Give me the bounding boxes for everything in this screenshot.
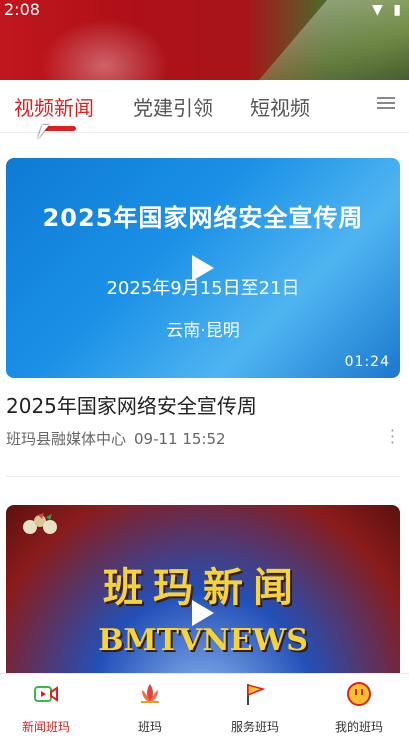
play-icon[interactable]	[192, 600, 214, 626]
nav-label: 服务班玛	[230, 720, 279, 734]
status-time: 2:08	[4, 0, 40, 19]
flag-icon	[247, 684, 266, 705]
tab-party-building[interactable]: 党建引领	[133, 92, 213, 121]
bottom-navigation: 新闻班玛 班玛 服务班玛 我的班玛	[0, 673, 409, 738]
tab-short-video[interactable]: 短视频	[250, 92, 310, 121]
nav-news-banma[interactable]: 新闻班玛	[6, 680, 86, 735]
nav-label: 我的班玛	[334, 720, 383, 734]
play-icon[interactable]	[192, 255, 214, 281]
video-source: 班玛县融媒体中心	[6, 430, 127, 448]
video-meta: 班玛县融媒体中心 09-11 15:52	[6, 428, 226, 449]
nav-label: 新闻班玛	[21, 720, 70, 734]
top-banner	[0, 0, 409, 80]
lotus-icon	[141, 684, 159, 703]
video-time: 09-11 15:52	[134, 430, 226, 448]
video-thumbnail[interactable]: 班玛新闻 BMTVNEWS	[6, 505, 400, 673]
station-logo-icon	[23, 513, 57, 534]
thumbnail-subtitle: BMTVNEWS	[98, 623, 308, 658]
mouse-cursor-icon	[37, 125, 57, 139]
tab-video-news[interactable]: 视频新闻	[14, 92, 94, 121]
nav-my-banma[interactable]: 我的班玛	[319, 680, 399, 735]
battery-icon: ▮	[393, 2, 401, 18]
nav-label: 班玛	[137, 720, 162, 734]
status-icons: ▼ ▮	[366, 2, 401, 18]
video-thumbnail[interactable]: 2025年国家网络安全宣传周 2025年9月15日至21日 云南·昆明 01:2…	[6, 158, 400, 378]
menu-icon[interactable]	[377, 94, 395, 110]
smiley-icon	[347, 682, 371, 706]
video-title[interactable]: 2025年国家网络安全宣传周	[6, 390, 257, 419]
thumbnail-title: 2025年国家网络安全宣传周	[42, 204, 364, 232]
thumbnail-location: 云南·昆明	[166, 321, 240, 341]
video-duration: 01:24	[344, 354, 390, 370]
more-options-icon[interactable]: · · ·	[390, 423, 395, 451]
divider	[6, 476, 400, 477]
video-icon	[34, 686, 58, 702]
wifi-icon: ▼	[372, 2, 383, 18]
nav-service-banma[interactable]: 服务班玛	[215, 680, 295, 735]
nav-banma[interactable]: 班玛	[110, 680, 190, 735]
